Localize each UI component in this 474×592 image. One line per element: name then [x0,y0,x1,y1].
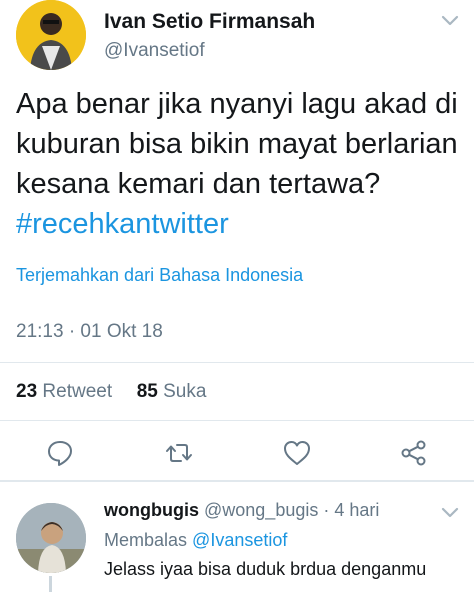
replying-to: Membalas @Ivansetiof [104,530,287,551]
reply-author-name[interactable]: wongbugis [104,500,199,520]
author-avatar[interactable] [16,0,86,70]
tweet-timestamp: 21:13 · 01 Okt 18 [16,321,163,342]
author-name[interactable]: Ivan Setio Firmansah [104,10,315,34]
reply-avatar-image [16,503,86,573]
reply-avatar[interactable] [16,503,86,573]
replying-mention[interactable]: @Ivansetiof [192,530,287,550]
tweet-detail-page: Ivan Setio Firmansah @Ivansetiof Apa ben… [0,0,474,592]
replying-prefix: Membalas [104,530,188,550]
share-icon[interactable] [399,438,429,468]
like-count[interactable]: 85 [137,381,158,402]
action-bar [0,438,474,468]
like-icon[interactable] [282,438,312,468]
reply-author-handle[interactable]: @wong_bugis [204,500,318,520]
retweet-label[interactable]: Retweet [42,381,112,402]
translate-link[interactable]: Terjemahkan dari Bahasa Indonesia [16,265,303,286]
tweet-text: Apa benar jika nyanyi lagu akad di kubur… [16,84,466,244]
like-label[interactable]: Suka [163,381,206,402]
reply-time: · 4 hari [323,500,380,520]
tweet-stats: 23 Retweet 85 Suka [16,381,206,403]
author-avatar-image [16,0,86,70]
author-handle[interactable]: @Ivansetiof [104,40,205,62]
divider [0,362,474,363]
tweet-body: Apa benar jika nyanyi lagu akad di kubur… [16,88,458,200]
retweet-count[interactable]: 23 [16,381,37,402]
retweet-icon[interactable] [164,438,194,468]
hashtag-link[interactable]: #recehkantwitter [16,204,466,244]
chevron-down-icon[interactable] [440,506,460,520]
reply-text: Jelass iyaa bisa duduk brdua denganmu [104,559,427,579]
chevron-down-icon[interactable] [440,14,460,28]
reply-icon[interactable] [45,438,75,468]
reply-header: wongbugis @wong_bugis · 4 hari [104,500,379,521]
thread-line [49,576,52,592]
divider [0,420,474,421]
